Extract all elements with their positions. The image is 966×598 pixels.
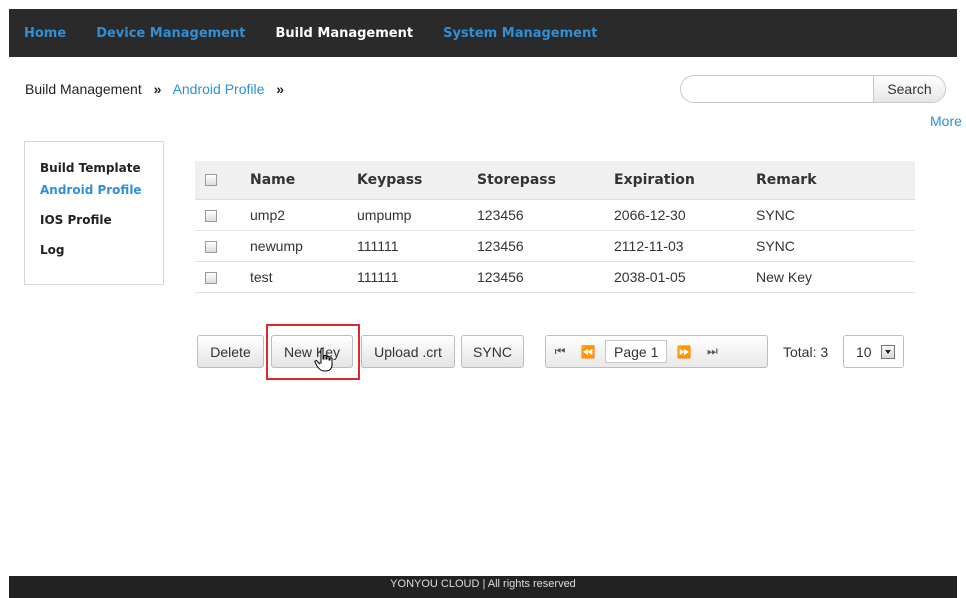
chevron-down-icon[interactable] — [881, 345, 895, 359]
cell-keypass: 111111 — [357, 230, 477, 262]
cell-keypass: umpump — [357, 199, 477, 231]
nav-system-management[interactable]: System Management — [443, 26, 597, 41]
breadcrumb-separator: » — [153, 81, 162, 97]
nav-home[interactable]: Home — [24, 26, 66, 41]
cell-storepass: 123456 — [477, 230, 614, 262]
delete-button[interactable]: Delete — [197, 335, 264, 368]
page-size-value: 10 — [856, 343, 872, 360]
last-page-icon[interactable]: ⏭ — [698, 336, 726, 367]
column-header-name[interactable]: Name — [250, 161, 357, 200]
cell-expiration: 2112-11-03 — [614, 230, 756, 262]
hand-cursor-icon — [314, 347, 333, 372]
sidebar-item-build-template[interactable]: Build Template — [40, 160, 163, 182]
row-select-cell — [195, 199, 250, 231]
more-link[interactable]: More — [930, 113, 962, 129]
cell-storepass: 123456 — [477, 199, 614, 231]
column-header-keypass[interactable]: Keypass — [357, 161, 477, 200]
table-row[interactable]: ump2 umpump 123456 2066-12-30 SYNC — [195, 199, 915, 231]
row-select-cell — [195, 261, 250, 293]
sidebar-item-ios-profile[interactable]: IOS Profile — [40, 212, 163, 242]
sidebar: Build Template Android Profile IOS Profi… — [24, 141, 164, 285]
sidebar-item-log[interactable]: Log — [40, 242, 163, 272]
footer: YONYOU CLOUD | All rights reserved — [9, 576, 957, 598]
cell-name: ump2 — [250, 199, 357, 231]
search-button[interactable]: Search — [873, 76, 945, 102]
search-input[interactable] — [681, 76, 873, 102]
search-box: Search — [680, 75, 946, 103]
cell-remark: New Key — [756, 261, 915, 293]
select-all-checkbox[interactable] — [205, 173, 217, 186]
profile-table: Name Keypass Storepass Expiration Remark… — [195, 161, 915, 293]
breadcrumb-root: Build Management — [25, 81, 142, 97]
breadcrumb-android-profile[interactable]: Android Profile — [173, 81, 265, 97]
table-row[interactable]: newump 111111 123456 2112-11-03 SYNC — [195, 230, 915, 262]
table-header-row: Name Keypass Storepass Expiration Remark — [195, 161, 915, 200]
page-indicator: Page 1 — [605, 340, 668, 363]
cell-keypass: 111111 — [357, 261, 477, 293]
select-all-cell — [195, 161, 250, 200]
cell-remark: SYNC — [756, 230, 915, 262]
breadcrumb-separator-trailing: » — [276, 81, 285, 97]
total-count: Total: 3 — [783, 344, 829, 360]
row-select-cell — [195, 230, 250, 262]
sync-button[interactable]: SYNC — [461, 335, 524, 368]
cell-remark: SYNC — [756, 199, 915, 231]
breadcrumb: Build Management » Android Profile » — [25, 81, 292, 97]
column-header-storepass[interactable]: Storepass — [477, 161, 614, 200]
top-nav-bar: Home Device Management Build Management … — [9, 9, 957, 57]
cell-name: newump — [250, 230, 357, 262]
nav-build-management[interactable]: Build Management — [275, 26, 413, 41]
next-page-icon[interactable]: ⏩ — [670, 336, 698, 367]
pagination: ⏮ ⏪ Page 1 ⏩ ⏭ — [545, 335, 768, 368]
nav-device-management[interactable]: Device Management — [96, 26, 245, 41]
column-header-remark[interactable]: Remark — [756, 161, 915, 200]
cell-storepass: 123456 — [477, 261, 614, 293]
cell-expiration: 2066-12-30 — [614, 199, 756, 231]
table-row[interactable]: test 111111 123456 2038-01-05 New Key — [195, 261, 915, 293]
row-checkbox[interactable] — [205, 271, 217, 284]
cell-expiration: 2038-01-05 — [614, 261, 756, 293]
cell-name: test — [250, 261, 357, 293]
column-header-expiration[interactable]: Expiration — [614, 161, 756, 200]
sidebar-item-android-profile[interactable]: Android Profile — [40, 182, 163, 212]
prev-page-icon[interactable]: ⏪ — [574, 336, 602, 367]
highlight-box — [266, 324, 360, 380]
row-checkbox[interactable] — [205, 240, 217, 253]
row-checkbox[interactable] — [205, 209, 217, 222]
page-size-select[interactable]: 10 — [843, 335, 904, 368]
upload-crt-button[interactable]: Upload .crt — [361, 335, 455, 368]
first-page-icon[interactable]: ⏮ — [546, 336, 574, 367]
